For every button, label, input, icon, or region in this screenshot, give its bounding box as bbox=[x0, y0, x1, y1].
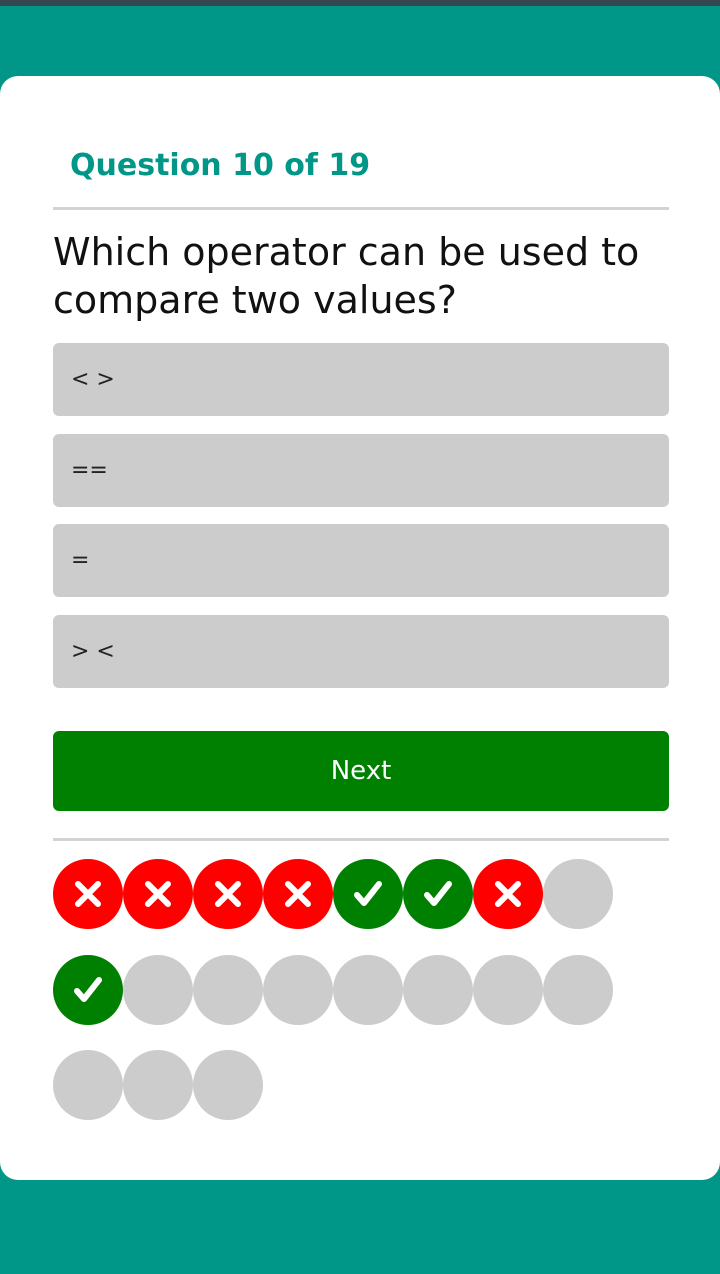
top-divider bbox=[53, 207, 669, 210]
progress-dot-11 bbox=[193, 954, 263, 1025]
x-icon bbox=[75, 881, 101, 907]
answer-option-label: > < bbox=[71, 639, 115, 664]
next-button[interactable]: Next bbox=[53, 731, 669, 811]
question-counter: Question 10 of 19 bbox=[70, 148, 371, 183]
progress-dot-3 bbox=[193, 859, 263, 929]
check-icon bbox=[424, 881, 452, 906]
progress-dot-13 bbox=[333, 954, 403, 1025]
progress-dot-2 bbox=[123, 859, 193, 929]
check-icon bbox=[354, 881, 382, 906]
progress-dot-1 bbox=[53, 859, 123, 929]
answer-option-2[interactable]: == bbox=[53, 434, 669, 507]
status-bar bbox=[0, 0, 720, 6]
progress-dot-8 bbox=[543, 859, 613, 929]
answer-option-1[interactable]: < > bbox=[53, 343, 669, 416]
question-text: Which operator can be used to compare tw… bbox=[53, 230, 640, 322]
progress-dot-10 bbox=[123, 954, 193, 1025]
answer-option-label: < > bbox=[71, 367, 115, 392]
progress-dot-5 bbox=[333, 859, 403, 929]
progress-dot-7 bbox=[473, 859, 543, 929]
progress-dot-19 bbox=[193, 1050, 263, 1120]
progress-dot-12 bbox=[263, 954, 333, 1025]
answer-option-4[interactable]: > < bbox=[53, 615, 669, 688]
progress-dot-6 bbox=[403, 859, 473, 929]
check-icon bbox=[74, 976, 102, 1002]
answer-option-label: = bbox=[71, 548, 90, 573]
answer-option-label: == bbox=[71, 458, 108, 483]
x-icon bbox=[215, 881, 241, 907]
progress-dot-4 bbox=[263, 859, 333, 929]
progress-dot-15 bbox=[473, 954, 543, 1025]
progress-dot-16 bbox=[543, 954, 613, 1025]
bottom-divider bbox=[53, 838, 669, 841]
progress-dot-18 bbox=[123, 1050, 193, 1120]
x-icon bbox=[145, 881, 171, 907]
progress-dot-9 bbox=[53, 954, 123, 1025]
answer-option-3[interactable]: = bbox=[53, 524, 669, 597]
x-icon bbox=[285, 881, 311, 907]
progress-dot-17 bbox=[53, 1050, 123, 1120]
progress-dot-14 bbox=[403, 954, 473, 1025]
x-icon bbox=[495, 881, 521, 907]
